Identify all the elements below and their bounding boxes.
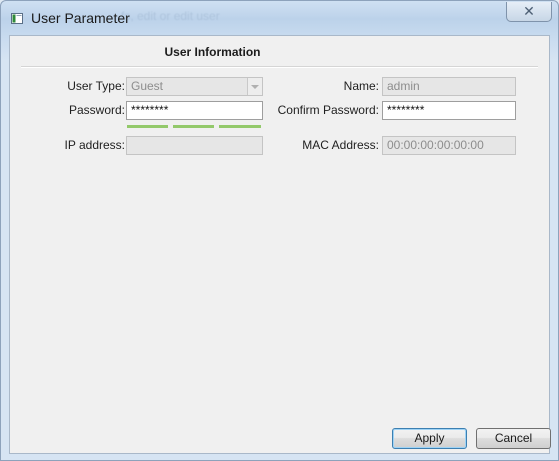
password-strength-segment [219, 125, 261, 128]
section-divider [21, 66, 538, 68]
title-bar[interactable]: fs, edit or edit user User Parameter ✕ [1, 1, 558, 35]
close-icon: ✕ [523, 3, 535, 19]
mac-address-field[interactable]: 00:00:00:00:00:00 [382, 136, 516, 155]
password-label: Password: [68, 103, 125, 117]
user-type-label: User Type: [67, 79, 125, 93]
name-field[interactable]: admin [382, 77, 516, 96]
password-strength-segment [173, 125, 214, 128]
password-field[interactable]: ******** [126, 101, 263, 120]
background-window-title: fs, edit or edit user [121, 9, 220, 23]
mac-address-label: MAC Address: [302, 138, 379, 152]
close-button[interactable]: ✕ [506, 2, 552, 22]
cancel-button[interactable]: Cancel [476, 428, 551, 449]
ip-address-label: IP address: [64, 138, 125, 152]
user-type-value: Guest [131, 79, 164, 93]
name-label: Name: [343, 79, 379, 93]
confirm-password-field[interactable]: ******** [382, 101, 516, 120]
apply-button[interactable]: Apply [392, 428, 467, 449]
user-parameter-window: fs, edit or edit user User Parameter ✕ U… [0, 0, 559, 461]
confirm-password-label: Confirm Password: [277, 103, 379, 117]
ip-address-field[interactable] [126, 136, 263, 155]
chevron-down-icon [247, 78, 262, 95]
section-title: User Information [164, 45, 261, 59]
password-strength-segment [127, 125, 168, 128]
window-title: User Parameter [31, 10, 130, 26]
dialog-body: User Information User Type: Guest Name: … [9, 35, 551, 454]
user-type-select[interactable]: Guest [126, 77, 263, 96]
window-app-icon [11, 13, 23, 24]
